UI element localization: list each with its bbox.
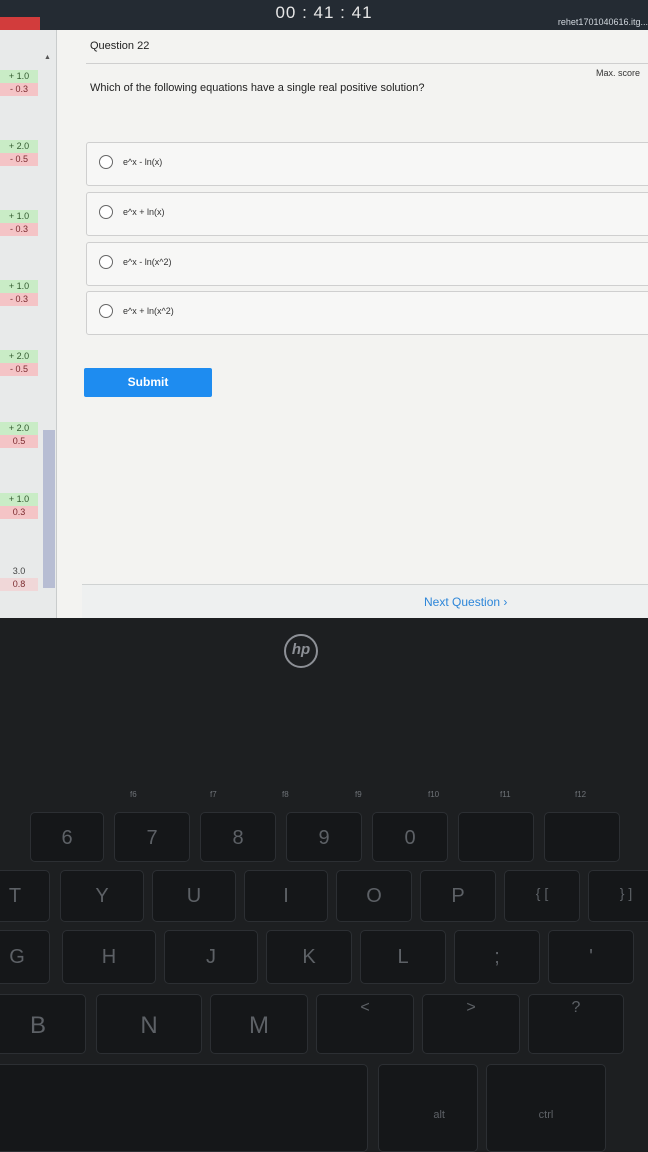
radio-button[interactable] [99,155,113,169]
key-o[interactable]: O [336,870,412,922]
radio-button[interactable] [99,304,113,318]
key-period[interactable]: > [422,994,520,1054]
top-bar: 00 : 41 : 41 rehet1701040616.itg... [0,0,648,30]
question-number: Question 22 [90,40,150,52]
plus-score: + 2.0 [0,350,38,363]
key-8[interactable]: 8 [200,812,276,862]
option-label: e^x + ln(x) [123,207,165,217]
question-navigator: ▲ + 1.0 - 0.3 + 2.0 - 0.5 + 1.0 - 0.3 + … [0,30,57,618]
key-semicolon[interactable]: ; [454,930,540,984]
key-equals[interactable] [544,812,620,862]
minus-score: - 0.3 [0,293,38,306]
radio-button[interactable] [99,205,113,219]
fn-key-label: f8 [282,790,289,799]
plus-score: 3.0 [0,565,38,578]
nav-item-score[interactable]: + 2.0 - 0.5 [0,140,38,166]
minus-score: 0.5 [0,435,38,448]
fn-key-label: f11 [500,790,511,799]
key-9[interactable]: 9 [286,812,362,862]
key-u[interactable]: U [152,870,236,922]
key-m[interactable]: M [210,994,308,1054]
fn-key-label: f7 [210,790,217,799]
key-i[interactable]: I [244,870,328,922]
key-minus[interactable] [458,812,534,862]
next-question-label: Next Question [424,595,501,609]
plus-score: + 1.0 [0,493,38,506]
nav-item-score[interactable]: + 1.0 - 0.3 [0,70,38,96]
answer-option[interactable]: e^x - ln(x) [86,142,648,186]
fn-key-label: f12 [575,790,587,799]
plus-score: + 1.0 [0,70,38,83]
nav-item-score[interactable]: + 1.0 - 0.3 [0,210,38,236]
key-0[interactable]: 0 [372,812,448,862]
key-quote[interactable]: ' [548,930,634,984]
key-7[interactable]: 7 [114,812,190,862]
key-right-bracket[interactable]: } ] [588,870,648,922]
nav-item-score[interactable]: + 2.0 - 0.5 [0,350,38,376]
key-k[interactable]: K [266,930,352,984]
screen: 00 : 41 : 41 rehet1701040616.itg... ▲ + … [0,0,648,618]
minus-score: - 0.5 [0,153,38,166]
answer-option[interactable]: e^x + ln(x) [86,192,648,236]
fn-key-label: f10 [428,790,440,799]
answer-option[interactable]: e^x - ln(x^2) [86,242,648,286]
max-score-label: Max. score [596,68,641,78]
key-g[interactable]: G [0,930,50,984]
user-id: rehet1701040616.itg... [557,17,648,27]
fn-key-label: f9 [355,790,362,799]
submit-button[interactable]: Submit [84,368,212,397]
plus-score: + 2.0 [0,140,38,153]
countdown-timer: 00 : 41 : 41 [275,3,373,22]
key-alt[interactable]: alt [378,1064,478,1152]
key-b[interactable]: B [0,994,86,1054]
minus-score: - 0.5 [0,363,38,376]
plus-score: + 2.0 [0,422,38,435]
next-question-link[interactable]: Next Question › [424,595,507,609]
nav-item-score[interactable]: + 1.0 - 0.3 [0,280,38,306]
key-slash[interactable]: ? [528,994,624,1054]
sidebar-scrollbar[interactable] [43,430,55,588]
key-left-bracket[interactable]: { [ [504,870,580,922]
key-ctrl[interactable]: ctrl [486,1064,606,1152]
chevron-right-icon: › [503,595,508,609]
key-comma[interactable]: < [316,994,414,1054]
option-label: e^x - ln(x) [123,157,163,167]
option-label: e^x + ln(x^2) [123,306,174,316]
minus-score: 0.3 [0,506,38,519]
hp-logo: hp [284,634,318,668]
key-y[interactable]: Y [60,870,144,922]
minus-score: - 0.3 [0,83,38,96]
nav-item-score[interactable]: 3.0 0.8 [0,565,38,591]
key-t[interactable]: T [0,870,50,922]
divider [86,63,648,64]
question-text: Which of the following equations have a … [90,82,425,94]
radio-button[interactable] [99,255,113,269]
key-p[interactable]: P [420,870,496,922]
key-6[interactable]: 6 [30,812,104,862]
fn-key-label: f6 [130,790,137,799]
option-label: e^x - ln(x^2) [123,257,172,267]
key-l[interactable]: L [360,930,446,984]
minus-score: - 0.3 [0,223,38,236]
minus-score: 0.8 [0,578,38,591]
key-n[interactable]: N [96,994,202,1054]
footer-bar [82,584,648,618]
plus-score: + 1.0 [0,280,38,293]
key-h[interactable]: H [62,930,156,984]
space-bar[interactable] [0,1064,368,1152]
plus-score: + 1.0 [0,210,38,223]
scroll-up-icon[interactable]: ▲ [44,54,51,61]
answer-option[interactable]: e^x + ln(x^2) [86,291,648,335]
key-j[interactable]: J [164,930,258,984]
nav-item-score[interactable]: + 2.0 0.5 [0,422,38,448]
nav-item-score[interactable]: + 1.0 0.3 [0,493,38,519]
